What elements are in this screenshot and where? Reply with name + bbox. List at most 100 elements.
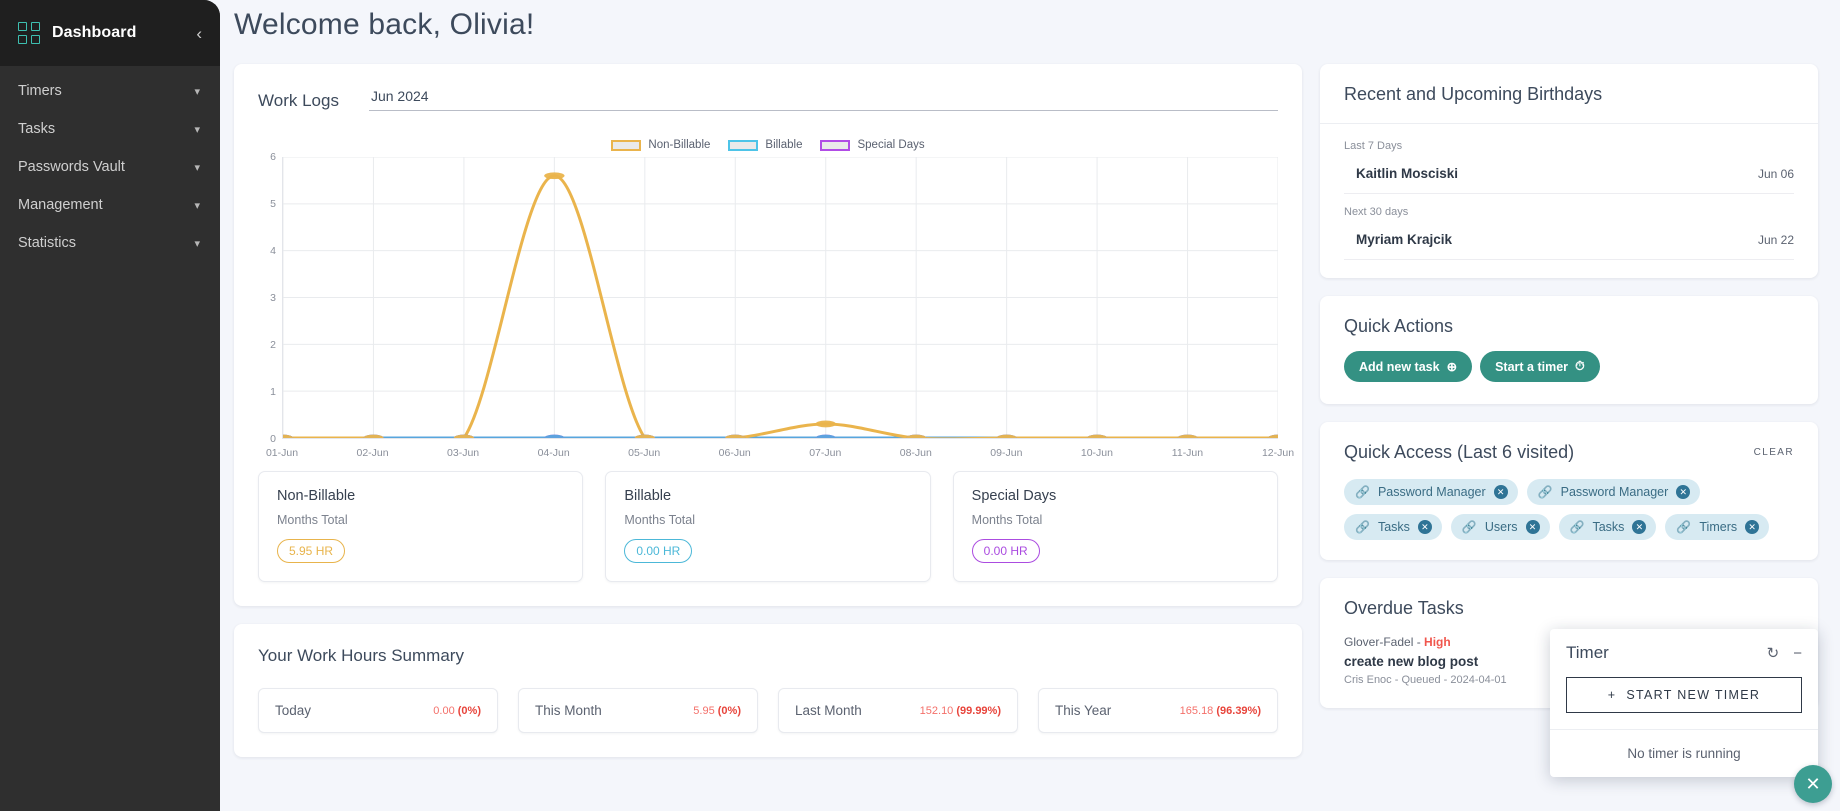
link-icon: 🔗 [1461, 520, 1477, 534]
sidebar-item-statistics[interactable]: Statistics ▾ [0, 224, 220, 262]
link-icon: 🔗 [1355, 485, 1370, 499]
dashboard-grid-icon [18, 22, 40, 44]
birthday-row[interactable]: Myriam Krajcik Jun 22 [1344, 222, 1794, 260]
add-new-task-button[interactable]: Add new task ⊕ [1344, 351, 1473, 382]
sidebar-item-label: Tasks [18, 121, 56, 137]
total-card-value: 5.95 HR [277, 539, 346, 563]
chart-x-tick: 02-Jun [356, 447, 389, 459]
quick-access-chip[interactable]: 🔗 Tasks ✕ [1344, 514, 1442, 540]
month-picker-input[interactable] [368, 86, 1278, 111]
birthday-group-label: Next 30 days [1344, 206, 1409, 218]
total-card-special-days: Special Days Months Total 0.00 HR [952, 471, 1278, 582]
sidebar-item-management[interactable]: Management ▾ [0, 186, 220, 224]
quick-actions-header: Quick Actions [1320, 296, 1818, 347]
chart-x-tick: 10-Jun [1080, 447, 1113, 459]
chart-x-tick: 03-Jun [447, 447, 480, 459]
remove-chip-icon[interactable]: ✕ [1417, 520, 1432, 534]
quick-access-chip[interactable]: 🔗 Users ✕ [1450, 514, 1550, 540]
quick-access-chip[interactable]: 🔗 Password Manager ✕ [1344, 479, 1518, 505]
birthdays-body: Last 7 Days Kaitlin Mosciski Jun 06 Next… [1320, 124, 1818, 278]
total-card-subtitle: Months Total [971, 513, 1043, 527]
work-hours-value: 165.18 (96.39%) [1179, 704, 1261, 717]
work-logs-line-chart: 0 1 2 3 4 5 6 01-Jun 02-Jun 03-Jun 04-Jun 05-Jun 06… [258, 151, 1294, 459]
timer-start-wrap: + START NEW TIMER [1550, 675, 1818, 729]
close-icon[interactable]: ✕ [1794, 765, 1832, 803]
chart-y-tick: 5 [270, 198, 276, 210]
remove-chip-icon[interactable]: ✕ [1493, 485, 1508, 499]
quick-actions-title: Quick Actions [1344, 316, 1454, 336]
start-new-timer-button[interactable]: + START NEW TIMER [1566, 677, 1802, 713]
chart-x-axis: 01-Jun 02-Jun 03-Jun 04-Jun 05-Jun 06-Jun 07-J… [266, 447, 1294, 463]
sidebar-item-timers[interactable]: Timers ▾ [0, 72, 220, 110]
total-card-value: 0.00 HR [624, 539, 693, 563]
quick-access-chip[interactable]: 🔗 Password Manager ✕ [1526, 479, 1701, 505]
chevron-down-icon: ▾ [194, 123, 200, 136]
quick-actions-card: Quick Actions Add new task ⊕ Start a tim… [1320, 296, 1818, 404]
chart-y-tick: 6 [270, 151, 276, 163]
chevron-down-icon: ▾ [194, 237, 200, 250]
chart-x-tick: 08-Jun [899, 447, 932, 459]
timer-widget-title: Timer [1566, 643, 1609, 662]
quick-access-chip[interactable]: 🔗 Tasks ✕ [1558, 514, 1657, 540]
sidebar-item-passwords-vault[interactable]: Passwords Vault ▾ [0, 148, 220, 186]
minimize-icon[interactable]: − [1793, 645, 1802, 662]
quick-access-chips: 🔗 Password Manager ✕ 🔗 Password Manager ✕ 🔗 Tas… [1320, 475, 1818, 560]
birthday-name: Kaitlin Mosciski [1356, 166, 1459, 181]
chart-container: 0 1 2 3 4 5 6 01-Jun 02-Jun 03-Jun 04-Jun 05-Jun 06… [234, 151, 1302, 459]
chart-plot-area [282, 157, 1278, 439]
legend-item-billable[interactable]: Billable [728, 139, 802, 151]
chart-x-tick: 09-Jun [990, 447, 1023, 459]
quick-access-chip-label: Tasks [1592, 520, 1625, 534]
legend-item-non-billable[interactable]: Non-Billable [611, 139, 710, 151]
refresh-icon[interactable]: ↻ [1767, 644, 1780, 662]
total-card-billable: Billable Months Total 0.00 HR [605, 471, 931, 582]
total-card-non-billable: Non-Billable Months Total 5.95 HR [258, 471, 584, 582]
remove-chip-icon[interactable]: ✕ [1676, 485, 1691, 499]
chart-y-tick: 1 [270, 386, 276, 398]
work-logs-card: Work Logs Non-Billable Billable Special [234, 64, 1302, 606]
chevron-down-icon: ▾ [194, 85, 200, 98]
remove-chip-icon[interactable]: ✕ [1745, 520, 1760, 534]
sidebar-nav: Timers ▾ Tasks ▾ Passwords Vault ▾ Manag… [0, 66, 220, 262]
legend-swatch [728, 139, 759, 151]
work-hours-label: Today [275, 703, 312, 718]
page-title: Welcome back, Olivia! [234, 8, 535, 41]
overdue-tasks-title: Overdue Tasks [1344, 598, 1464, 618]
remove-chip-icon[interactable]: ✕ [1632, 520, 1647, 534]
total-card-title: Special Days [971, 488, 1057, 504]
sidebar-item-tasks[interactable]: Tasks ▾ [0, 110, 220, 148]
sidebar-collapse-icon[interactable]: ‹ [196, 25, 202, 42]
chevron-down-icon: ▾ [194, 161, 200, 174]
birthday-date: Jun 22 [1757, 232, 1794, 247]
work-logs-header: Work Logs [234, 64, 1302, 111]
chart-y-tick: 4 [270, 245, 276, 257]
legend-label: Non-Billable [648, 139, 711, 151]
quick-access-chip[interactable]: 🔗 Timers ✕ [1665, 514, 1770, 540]
birthday-group-label: Last 7 Days [1344, 140, 1403, 152]
chart-y-axis: 0 1 2 3 4 5 6 [258, 151, 280, 445]
birthdays-header: Recent and Upcoming Birthdays [1320, 64, 1818, 124]
remove-chip-icon[interactable]: ✕ [1525, 520, 1540, 534]
timer-status-text: No timer is running [1550, 729, 1818, 777]
overdue-task-project: Glover-Fadel - [1344, 635, 1425, 649]
work-logs-title: Work Logs [258, 91, 339, 110]
work-hours-label: This Year [1055, 703, 1112, 718]
chart-legend: Non-Billable Billable Special Days [234, 139, 1302, 151]
total-card-subtitle: Months Total [624, 513, 695, 527]
clear-quick-access-button[interactable]: CLEAR [1754, 447, 1794, 458]
link-icon: 🔗 [1355, 520, 1370, 534]
overdue-tasks-header: Overdue Tasks [1320, 578, 1818, 631]
legend-item-special-days[interactable]: Special Days [820, 139, 925, 151]
quick-access-card: Quick Access (Last 6 visited) CLEAR 🔗 Pas… [1320, 422, 1818, 560]
quick-access-header: Quick Access (Last 6 visited) CLEAR [1320, 422, 1818, 475]
birthday-row[interactable]: Kaitlin Mosciski Jun 06 [1344, 156, 1794, 194]
chart-x-tick: 12-Jun [1261, 447, 1295, 459]
start-a-timer-button[interactable]: Start a timer ⏱ [1480, 351, 1600, 382]
plus-circle-icon: ⊕ [1446, 360, 1458, 374]
chart-y-tick: 2 [270, 339, 276, 351]
overdue-task-priority: High [1424, 635, 1451, 649]
work-hours-label: This Month [535, 703, 602, 718]
work-hours-item-this-month: This Month 5.95 (0%) [518, 688, 758, 733]
chart-y-tick: 0 [270, 433, 276, 445]
alarm-clock-icon: ⏱ [1575, 359, 1585, 373]
